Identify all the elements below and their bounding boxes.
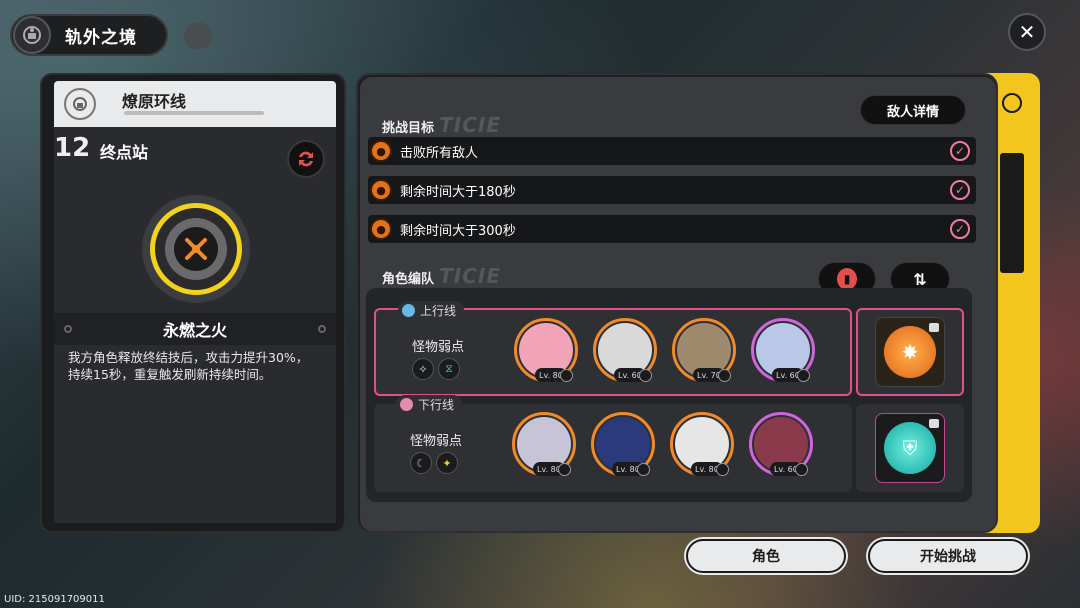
character-slot[interactable]: Lv. 60 — [751, 318, 815, 382]
up-lane-icon — [402, 303, 415, 317]
objective-row: ● 剩余时间大于180秒 ✓ — [368, 176, 976, 204]
objective-icon: ● — [370, 218, 392, 240]
buff-title-bar: 永燃之火 — [54, 313, 336, 345]
mode-title-bar[interactable]: 轨外之境 — [10, 14, 168, 56]
anemo-element-icon: ⧖ — [438, 358, 460, 380]
weakness-label: 怪物弱点 — [412, 340, 465, 355]
character-slot[interactable]: Lv. 80 — [514, 318, 578, 382]
character-slot[interactable]: Lv. 80 — [591, 412, 655, 476]
close-icon: ✕ — [1018, 20, 1036, 44]
buff-medal — [142, 195, 250, 303]
lane-tag: 下行线 — [396, 395, 463, 413]
route-emblem-icon — [64, 88, 96, 120]
character-slot[interactable]: Lv. 80 — [512, 412, 576, 476]
team-ghost-text: TICIE — [439, 264, 501, 288]
characters-button[interactable]: 角色 — [686, 539, 846, 573]
stage-name: 终点站 — [100, 143, 149, 162]
trash-icon: ▮ — [837, 268, 857, 290]
weakness-icons: ☾ ✦ — [410, 452, 458, 474]
fire-support-icon: ✸ — [884, 326, 936, 378]
team-header: 角色编队 TICIE — [382, 264, 501, 288]
route-name: 燎原环线 — [122, 92, 187, 111]
character-slot[interactable]: Lv. 70 — [672, 318, 736, 382]
check-icon: ✓ — [950, 180, 970, 200]
buff-title: 永燃之火 — [162, 321, 227, 340]
objective-icon: ● — [370, 179, 392, 201]
character-slot[interactable]: Lv. 80 — [670, 412, 734, 476]
character-slot[interactable]: Lv. 60 — [593, 318, 657, 382]
pin-icon — [64, 325, 72, 333]
team-label: 角色编队 — [382, 272, 435, 287]
refresh-icon — [299, 151, 313, 167]
objectives-ghost-text: TICIE — [439, 113, 501, 137]
start-challenge-button[interactable]: 开始挑战 — [868, 539, 1028, 573]
stage-number: 12 — [54, 133, 91, 163]
stage-card: 燎原环线 12 终点站 永燃之火 我方角色释放终结技后，攻击力提升30%，持续1… — [40, 73, 346, 533]
swap-icon: ⇅ — [913, 269, 927, 289]
character-slot[interactable]: Lv. 60 — [749, 412, 813, 476]
side-tag — [1000, 153, 1024, 273]
objective-icon: ● — [370, 140, 392, 162]
buff-description: 我方角色释放终结技后，攻击力提升30%，持续15秒，重复触发刷新持续时间。 — [68, 350, 309, 382]
refresh-button[interactable] — [287, 140, 325, 178]
lane-down[interactable]: 下行线 怪物弱点 ☾ ✦ Lv. 80 Lv. 80 Lv. 80 Lv. 60 — [374, 395, 852, 492]
uid-label: UID: 215091709011 — [4, 594, 105, 605]
team-panel: 上行线 怪物弱点 ✧ ⧖ Lv. 80 Lv. 60 Lv. 70 Lv. 60… — [366, 288, 972, 502]
objectives-label: 挑战目标 — [382, 121, 435, 136]
route-header: 燎原环线 — [54, 81, 336, 127]
emblem-icon — [1002, 93, 1022, 113]
objectives-header: 挑战目标 TICIE — [382, 113, 501, 137]
down-lane-icon — [400, 397, 413, 411]
close-button[interactable]: ✕ — [1008, 13, 1046, 51]
shield-support-icon: ⛨ — [884, 422, 936, 474]
route-subline — [124, 111, 264, 115]
star-element-icon: ✦ — [436, 452, 458, 474]
support-slot-up[interactable]: ✸ — [856, 308, 964, 396]
lane-up[interactable]: 上行线 怪物弱点 ✧ ⧖ Lv. 80 Lv. 60 Lv. 70 Lv. 60 — [374, 301, 852, 396]
mode-logo-icon — [13, 16, 51, 54]
enemy-details-button[interactable]: 敌人详情 — [860, 95, 966, 125]
lane-tag: 上行线 — [398, 301, 465, 319]
support-slot-down[interactable]: ⛨ — [856, 404, 964, 492]
pin-icon — [318, 325, 326, 333]
lock-icon — [929, 323, 939, 332]
lock-icon — [929, 419, 939, 428]
objective-row: ● 剩余时间大于300秒 ✓ — [368, 215, 976, 243]
fire-buff-icon — [174, 227, 218, 271]
mode-title: 轨外之境 — [65, 27, 137, 48]
objective-row: ● 击败所有敌人 ✓ — [368, 137, 976, 165]
check-icon: ✓ — [950, 219, 970, 239]
info-dot-icon[interactable] — [184, 22, 212, 50]
weakness-label: 怪物弱点 — [410, 434, 463, 449]
check-icon: ✓ — [950, 141, 970, 161]
weakness-icons: ✧ ⧖ — [412, 358, 460, 380]
wind-element-icon: ✧ — [412, 358, 434, 380]
moon-element-icon: ☾ — [410, 452, 432, 474]
